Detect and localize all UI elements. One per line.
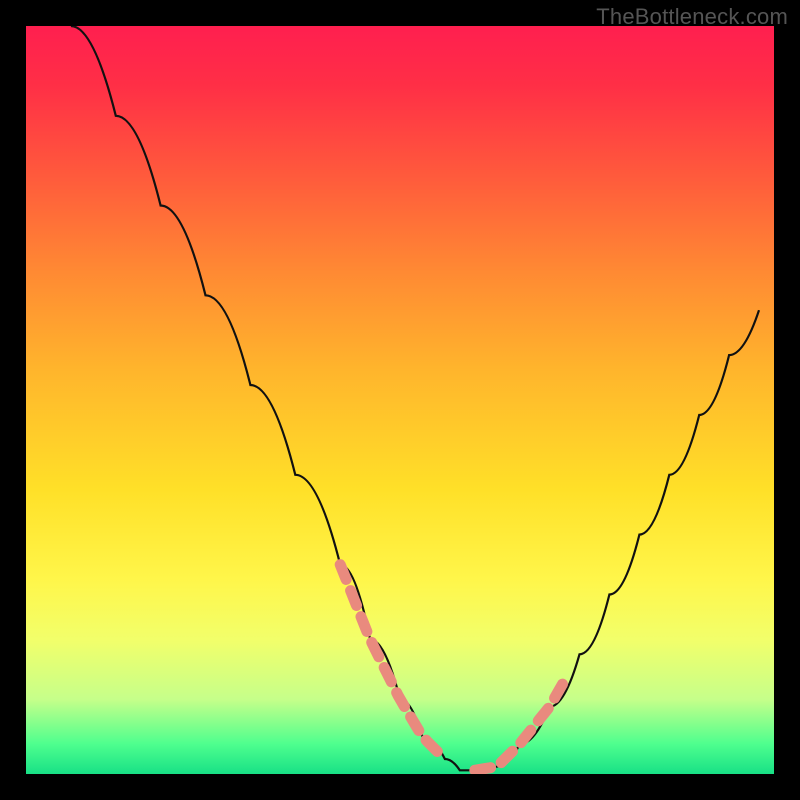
highlight-right-path: [475, 681, 565, 771]
highlight-right: [475, 681, 565, 771]
highlight-left-path: [340, 565, 445, 759]
bottleneck-curve-svg: [26, 26, 774, 774]
highlight-left: [340, 565, 445, 759]
plot-area: [26, 26, 774, 774]
chart-frame: TheBottleneck.com: [0, 0, 800, 800]
bottleneck-curve-path: [71, 26, 759, 770]
